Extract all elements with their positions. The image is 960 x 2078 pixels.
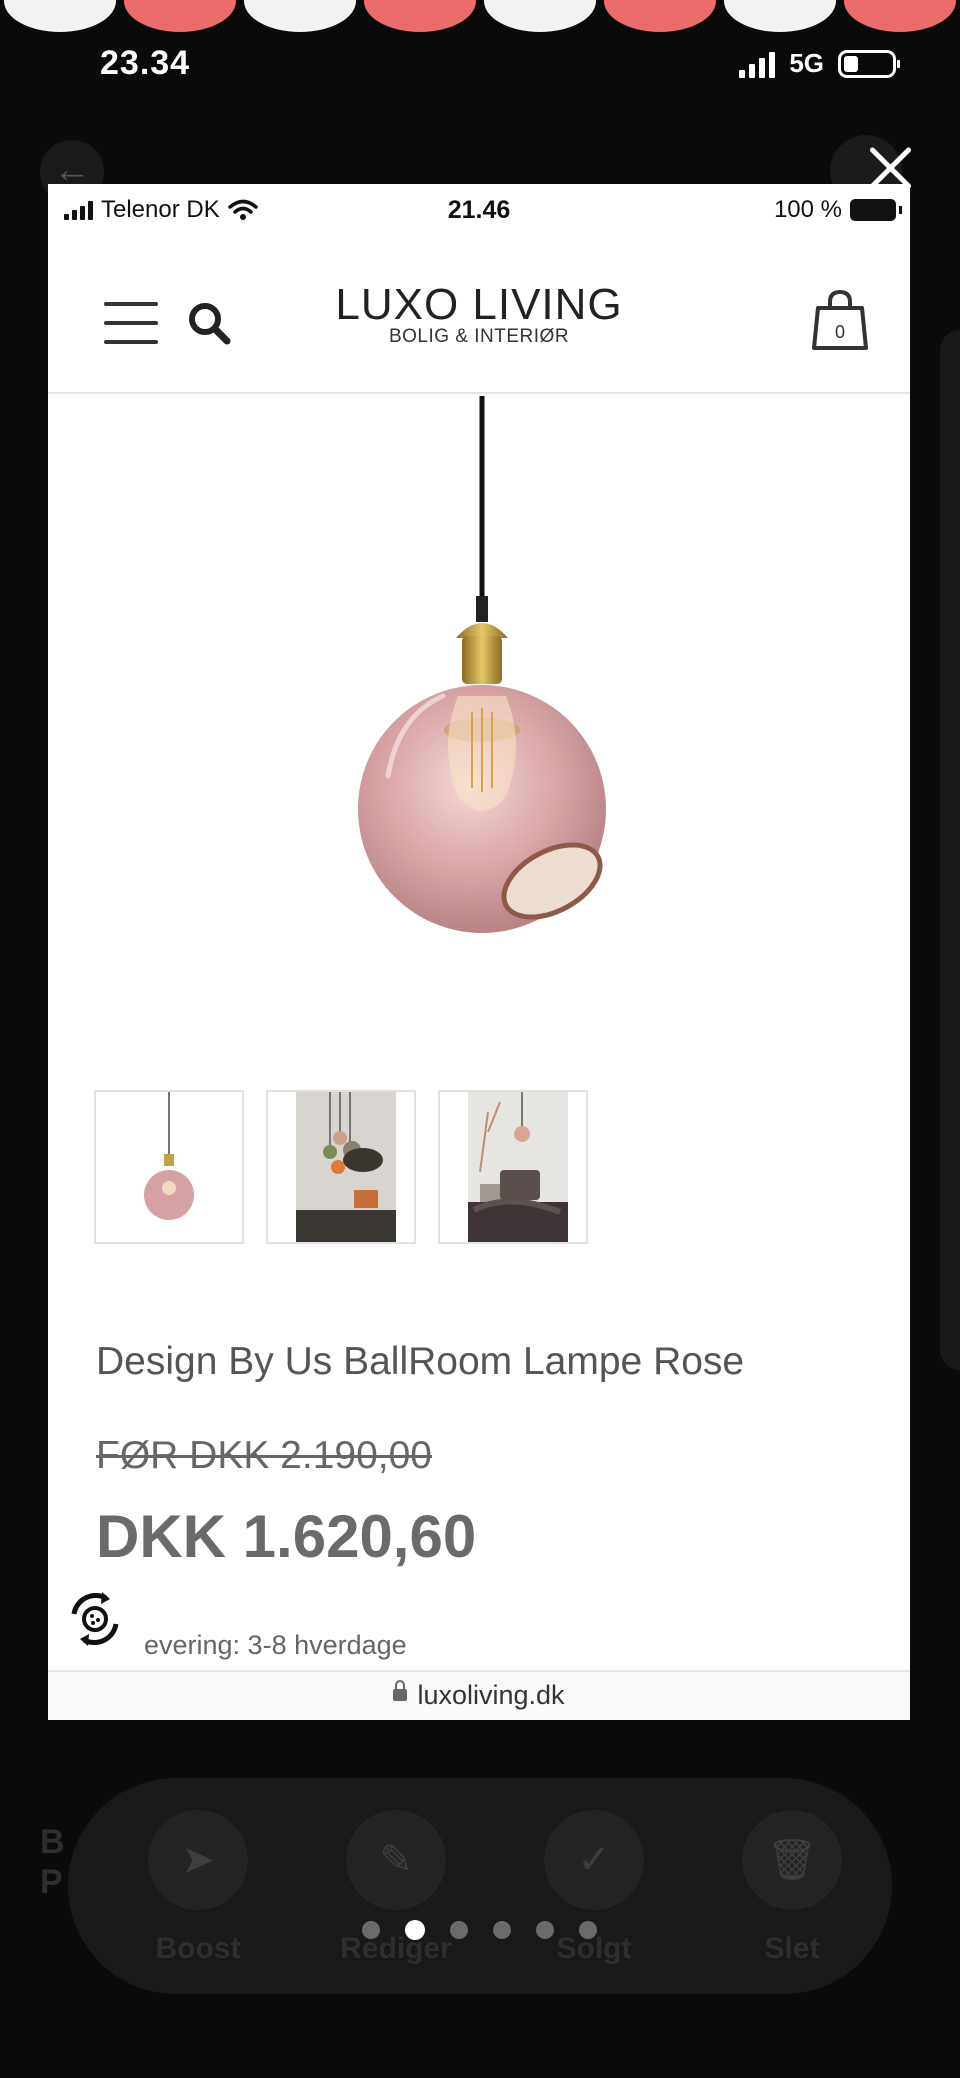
delete-button[interactable]: 🗑 Slet [702, 1810, 882, 1966]
decor-circle [124, 0, 236, 32]
product-title: Design By Us BallRoom Lampe Rose [96, 1340, 745, 1383]
old-price: FØR DKK 2.190,00 [96, 1434, 432, 1477]
decor-circle [4, 0, 116, 32]
inner-battery-group: 100 % [773, 196, 902, 224]
status-time: 23.34 [100, 44, 191, 82]
delivery-text: evering: 3-8 hverdage [144, 1630, 407, 1660]
site-logo[interactable]: LUXO LIVING BOLIG & INTERIØR [48, 280, 910, 348]
next-story-preview [940, 330, 960, 1370]
inner-battery-icon [850, 199, 902, 221]
thumbnail-gallery [94, 1090, 588, 1244]
page-dot[interactable] [579, 1921, 597, 1939]
decor-circle [604, 0, 716, 32]
thumbnail-3[interactable] [438, 1090, 588, 1244]
page-dot-active[interactable] [405, 1920, 425, 1940]
decor-circle [484, 0, 596, 32]
background-text: BP [40, 1823, 65, 1901]
delivery-icon [67, 1591, 123, 1647]
trash-icon: 🗑 [742, 1810, 842, 1910]
decor-circle [844, 0, 956, 32]
inner-status-bar: Telenor DK 21.46 100 % [48, 184, 910, 234]
page-dot[interactable] [362, 1921, 380, 1939]
product-image[interactable] [48, 396, 910, 976]
brand-tagline: BOLIG & INTERIØR [388, 326, 570, 347]
rocket-icon: ➤ [148, 1810, 248, 1910]
top-decoration [0, 0, 960, 32]
brand-name: LUXO LIVING [335, 280, 623, 329]
cellular-signal-icon [739, 50, 776, 78]
page-indicator [362, 1920, 597, 1940]
page-dot[interactable] [493, 1921, 511, 1939]
boost-button[interactable]: ➤ Boost [108, 1810, 288, 1966]
battery-icon [838, 49, 900, 78]
screenshot-image: Telenor DK 21.46 100 % LUXO LIVING BOLIG… [48, 184, 910, 1720]
status-icons: 5G [739, 48, 900, 79]
shopping-bag-icon[interactable]: 0 [812, 288, 868, 352]
lock-icon [393, 1679, 408, 1701]
edit-button[interactable]: ✎ Rediger [306, 1810, 486, 1966]
url-text: luxoliving.dk [417, 1680, 565, 1710]
delete-label: Slet [764, 1932, 820, 1965]
current-price: DKK 1.620,60 [96, 1503, 477, 1570]
thumbnail-2[interactable] [266, 1090, 416, 1244]
decor-circle [364, 0, 476, 32]
address-bar[interactable]: luxoliving.dk [48, 1670, 910, 1720]
battery-percent: 100 % [773, 196, 842, 223]
thumbnail-1[interactable] [94, 1090, 244, 1244]
check-icon: ✓ [544, 1810, 644, 1910]
page-dot[interactable] [450, 1921, 468, 1939]
boost-label: Boost [155, 1932, 241, 1965]
decor-circle [244, 0, 356, 32]
sold-button[interactable]: ✓ Solgt [504, 1810, 684, 1966]
pencil-icon: ✎ [346, 1810, 446, 1910]
url-wrapper: luxoliving.dk [48, 1679, 910, 1711]
page-dot[interactable] [536, 1921, 554, 1939]
network-type: 5G [789, 48, 824, 78]
action-bar: ➤ Boost ✎ Rediger ✓ Solgt 🗑 Slet [68, 1778, 892, 1994]
cart-count: 0 [835, 322, 845, 342]
site-header: LUXO LIVING BOLIG & INTERIØR 0 [48, 250, 910, 394]
decor-circle [724, 0, 836, 32]
